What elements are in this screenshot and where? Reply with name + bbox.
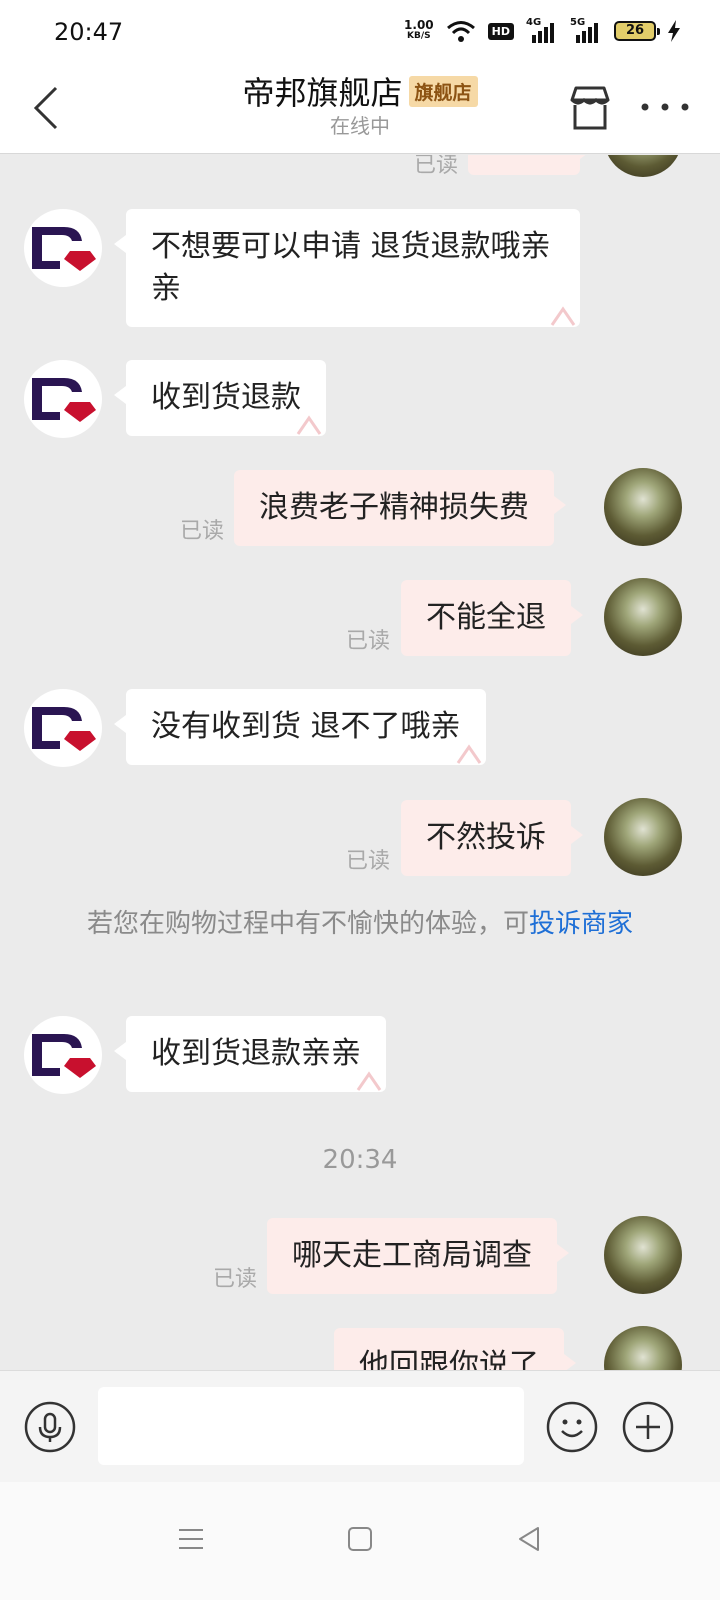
home-square-icon[interactable] [345,1524,375,1554]
more-icon[interactable] [640,100,690,114]
read-receipt: 已读 [180,519,225,544]
message-text: 他回跟你说了 [359,1348,539,1370]
emoji-icon[interactable] [546,1401,598,1453]
message-bubble-incoming[interactable]: 不想要可以申请 退货退款哦亲亲 [114,209,580,327]
message-bubble-outgoing[interactable]: 不然投诉 [401,800,583,876]
complaint-tip: 若您在购物过程中有不愉快的体验，可投诉商家 [70,905,650,943]
microphone-icon[interactable] [24,1401,76,1453]
watermark-icon [356,1071,382,1091]
net-speed-value: 1.00 [404,18,434,32]
message-text: 收到货退款亲亲 [151,1036,361,1071]
shop-avatar[interactable] [24,360,102,438]
hd-badge: HD [487,22,514,40]
message-text: 浪费老子精神损失费 [259,490,529,525]
read-receipt: 已读 [414,155,459,178]
status-time: 20:47 [54,18,124,46]
user-avatar[interactable] [604,798,682,876]
complaint-link[interactable]: 投诉商家 [529,909,633,939]
message-text: 收到货退款 [151,380,301,415]
user-avatar[interactable] [604,578,682,656]
watermark-icon [296,415,322,435]
chat-header: 帝邦旗舰店 旗舰店 在线中 [0,62,720,154]
user-avatar[interactable] [604,1326,682,1370]
read-receipt: 已读 [213,1267,258,1292]
message-bubble-incoming[interactable]: 没有收到货 退不了哦亲 [114,689,486,765]
signal-4g-icon: 4G [526,17,558,43]
message-text: 不想要可以申请 退货退款哦亲亲 [151,229,551,306]
complaint-tip-text: 若您在购物过程中有不愉快的体验，可 [86,909,529,939]
status-icons: 1.00 KB/S HD 4G 5G 26 [404,16,680,46]
system-navigation-bar [0,1482,720,1600]
shop-logo-icon [32,707,96,751]
user-avatar[interactable] [604,468,682,546]
signal-5g-icon: 5G [570,17,602,43]
shop-avatar[interactable] [24,689,102,767]
store-icon[interactable] [566,84,614,132]
message-bubble-outgoing[interactable] [468,155,592,175]
watermark-icon [456,744,481,764]
message-bubble-outgoing[interactable]: 哪天走工商局调查 [267,1218,569,1294]
flagship-badge: 旗舰店 [408,75,478,107]
user-avatar[interactable] [604,1216,682,1294]
user-avatar[interactable] [604,155,682,177]
read-receipt: 已读 [346,629,391,654]
shop-logo-icon [32,1034,96,1078]
message-text: 没有收到货 退不了哦亲 [151,709,461,744]
back-triangle-icon[interactable] [514,1524,544,1554]
plus-icon[interactable] [622,1401,674,1453]
shop-avatar[interactable] [24,1016,102,1094]
message-input[interactable] [98,1387,524,1465]
input-bar [0,1370,720,1482]
message-text: 不能全退 [426,600,546,635]
message-bubble-incoming[interactable]: 收到货退款 [114,360,326,436]
wifi-icon [446,21,475,42]
menu-icon[interactable] [176,1524,206,1554]
shop-avatar[interactable] [24,209,102,287]
message-text: 不然投诉 [426,820,546,855]
message-list[interactable]: 已读 不想要可以申请 退货退款哦亲亲 收到货退款 已读 浪费老子精神损失费 已读… [0,155,720,1370]
status-bar: 20:47 1.00 KB/S HD 4G 5G 26 [0,0,720,62]
read-receipt: 已读 [346,849,391,874]
message-bubble-incoming[interactable]: 收到货退款亲亲 [114,1016,386,1092]
message-text: 哪天走工商局调查 [292,1238,532,1273]
chat-timestamp: 20:34 [322,1145,398,1175]
charging-bolt-icon [668,20,680,42]
message-bubble-outgoing[interactable]: 他回跟你说了 [334,1328,576,1370]
shop-name: 帝邦旗舰店 [242,74,403,112]
shop-logo-icon [32,227,96,271]
message-bubble-outgoing[interactable]: 不能全退 [401,580,583,656]
watermark-icon [550,306,576,326]
message-bubble-outgoing[interactable]: 浪费老子精神损失费 [234,470,566,546]
network-speed: 1.00 KB/S [404,18,434,42]
net-speed-unit: KB/S [407,31,431,41]
shop-logo-icon [32,378,96,422]
battery-icon: 26 [614,21,660,41]
